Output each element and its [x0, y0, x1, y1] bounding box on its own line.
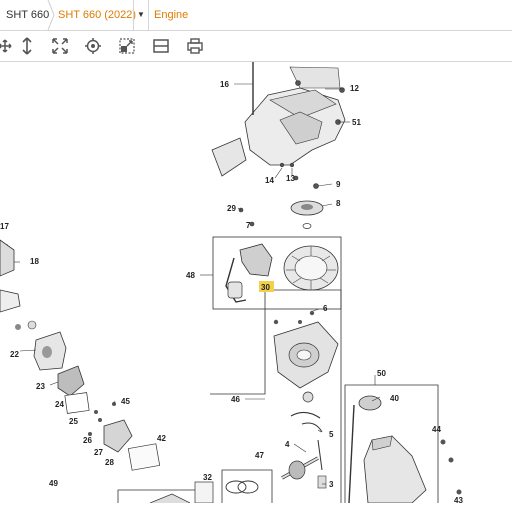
gasket-parts[interactable]	[149, 480, 259, 504]
starter-pulley-part[interactable]	[290, 200, 324, 229]
print-button[interactable]	[184, 35, 206, 57]
breadcrumb-item-category[interactable]: Engine	[154, 0, 188, 30]
callout-22[interactable]: 22	[10, 350, 19, 359]
callout-17[interactable]: 17	[0, 222, 9, 231]
callout-13[interactable]: 13	[286, 174, 295, 183]
callout-30[interactable]: 30	[261, 283, 270, 292]
group-box-47	[221, 469, 273, 503]
flywheel-part[interactable]	[283, 245, 339, 291]
callout-5[interactable]: 5	[329, 430, 334, 439]
breadcrumb-item-home[interactable]: SHT 660	[6, 0, 49, 30]
callout-7[interactable]: 7	[246, 221, 251, 230]
callout-25[interactable]: 25	[69, 417, 78, 426]
callout-46[interactable]: 46	[231, 395, 240, 404]
zoom-region-button[interactable]	[116, 35, 138, 57]
engine-shroud-part[interactable]	[244, 66, 346, 166]
callout-50[interactable]: 50	[377, 369, 386, 378]
callout-9[interactable]: 9	[336, 180, 341, 189]
breadcrumb: SHT 660 SHT 660 (2022) ▼ Engine	[0, 0, 512, 31]
print-icon	[187, 38, 203, 54]
vertical-move-icon	[22, 37, 32, 55]
fit-screen-button[interactable]	[49, 35, 71, 57]
breadcrumb-item-model[interactable]: SHT 660 (2022)	[58, 0, 136, 30]
callout-26[interactable]: 26	[83, 436, 92, 445]
callout-27[interactable]: 27	[94, 448, 103, 457]
callout-23[interactable]: 23	[36, 382, 45, 391]
callout-18[interactable]: 18	[30, 257, 39, 266]
callout-44[interactable]: 44	[432, 425, 441, 434]
fit-screen-icon	[52, 38, 68, 54]
split-view-button[interactable]	[150, 35, 172, 57]
callout-3[interactable]: 3	[329, 480, 334, 489]
crankcase-screws[interactable]	[273, 310, 315, 325]
model-dropdown-toggle[interactable]: ▼	[133, 0, 149, 30]
vertical-move-button[interactable]	[16, 35, 38, 57]
pan-icon	[0, 39, 12, 53]
callout-29[interactable]: 29	[227, 204, 236, 213]
breadcrumb-separator-icon	[46, 0, 56, 30]
callout-42[interactable]: 42	[157, 434, 166, 443]
zoom-region-icon	[119, 38, 135, 54]
callout-51[interactable]: 51	[352, 118, 361, 127]
parts-diagram: 16 12 51 14 13 9 8 29 7 48 30 6 46 17 18…	[0, 62, 512, 505]
callout-45[interactable]: 45	[121, 397, 130, 406]
callout-48[interactable]: 48	[186, 271, 195, 280]
exploded-view: 16 12 51 14 13 9 8 29 7 48 30 6 46 17 18…	[0, 62, 463, 505]
callout-4[interactable]: 4	[285, 440, 290, 449]
callout-24[interactable]: 24	[55, 400, 64, 409]
drive-shaft-part[interactable]	[348, 395, 427, 504]
callout-49[interactable]: 49	[49, 479, 58, 488]
callout-16[interactable]: 16	[220, 80, 229, 89]
callout-6[interactable]: 6	[323, 304, 328, 313]
pan-button[interactable]	[0, 35, 16, 57]
callout-28[interactable]: 28	[105, 458, 114, 467]
target-icon	[85, 38, 101, 54]
seal-ring-part[interactable]	[290, 411, 321, 419]
cover-plate-part[interactable]	[211, 137, 247, 177]
callout-8[interactable]: 8	[336, 199, 341, 208]
carburetor-part[interactable]	[15, 320, 67, 371]
bolts-44-43[interactable]	[440, 439, 462, 495]
crankcase-part[interactable]	[273, 321, 339, 403]
split-view-icon	[153, 39, 169, 53]
callout-14[interactable]: 14	[265, 176, 274, 185]
callout-47[interactable]: 47	[255, 451, 264, 460]
air-filter-housing-part[interactable]	[0, 239, 21, 313]
callout-40[interactable]: 40	[390, 394, 399, 403]
callout-32[interactable]: 32	[203, 473, 212, 482]
callout-43[interactable]: 43	[454, 496, 463, 505]
chevron-down-icon: ▼	[137, 10, 145, 19]
diagram-toolbar	[0, 31, 512, 62]
intake-parts[interactable]	[88, 402, 161, 471]
locate-button[interactable]	[82, 35, 104, 57]
callout-12[interactable]: 12	[350, 84, 359, 93]
